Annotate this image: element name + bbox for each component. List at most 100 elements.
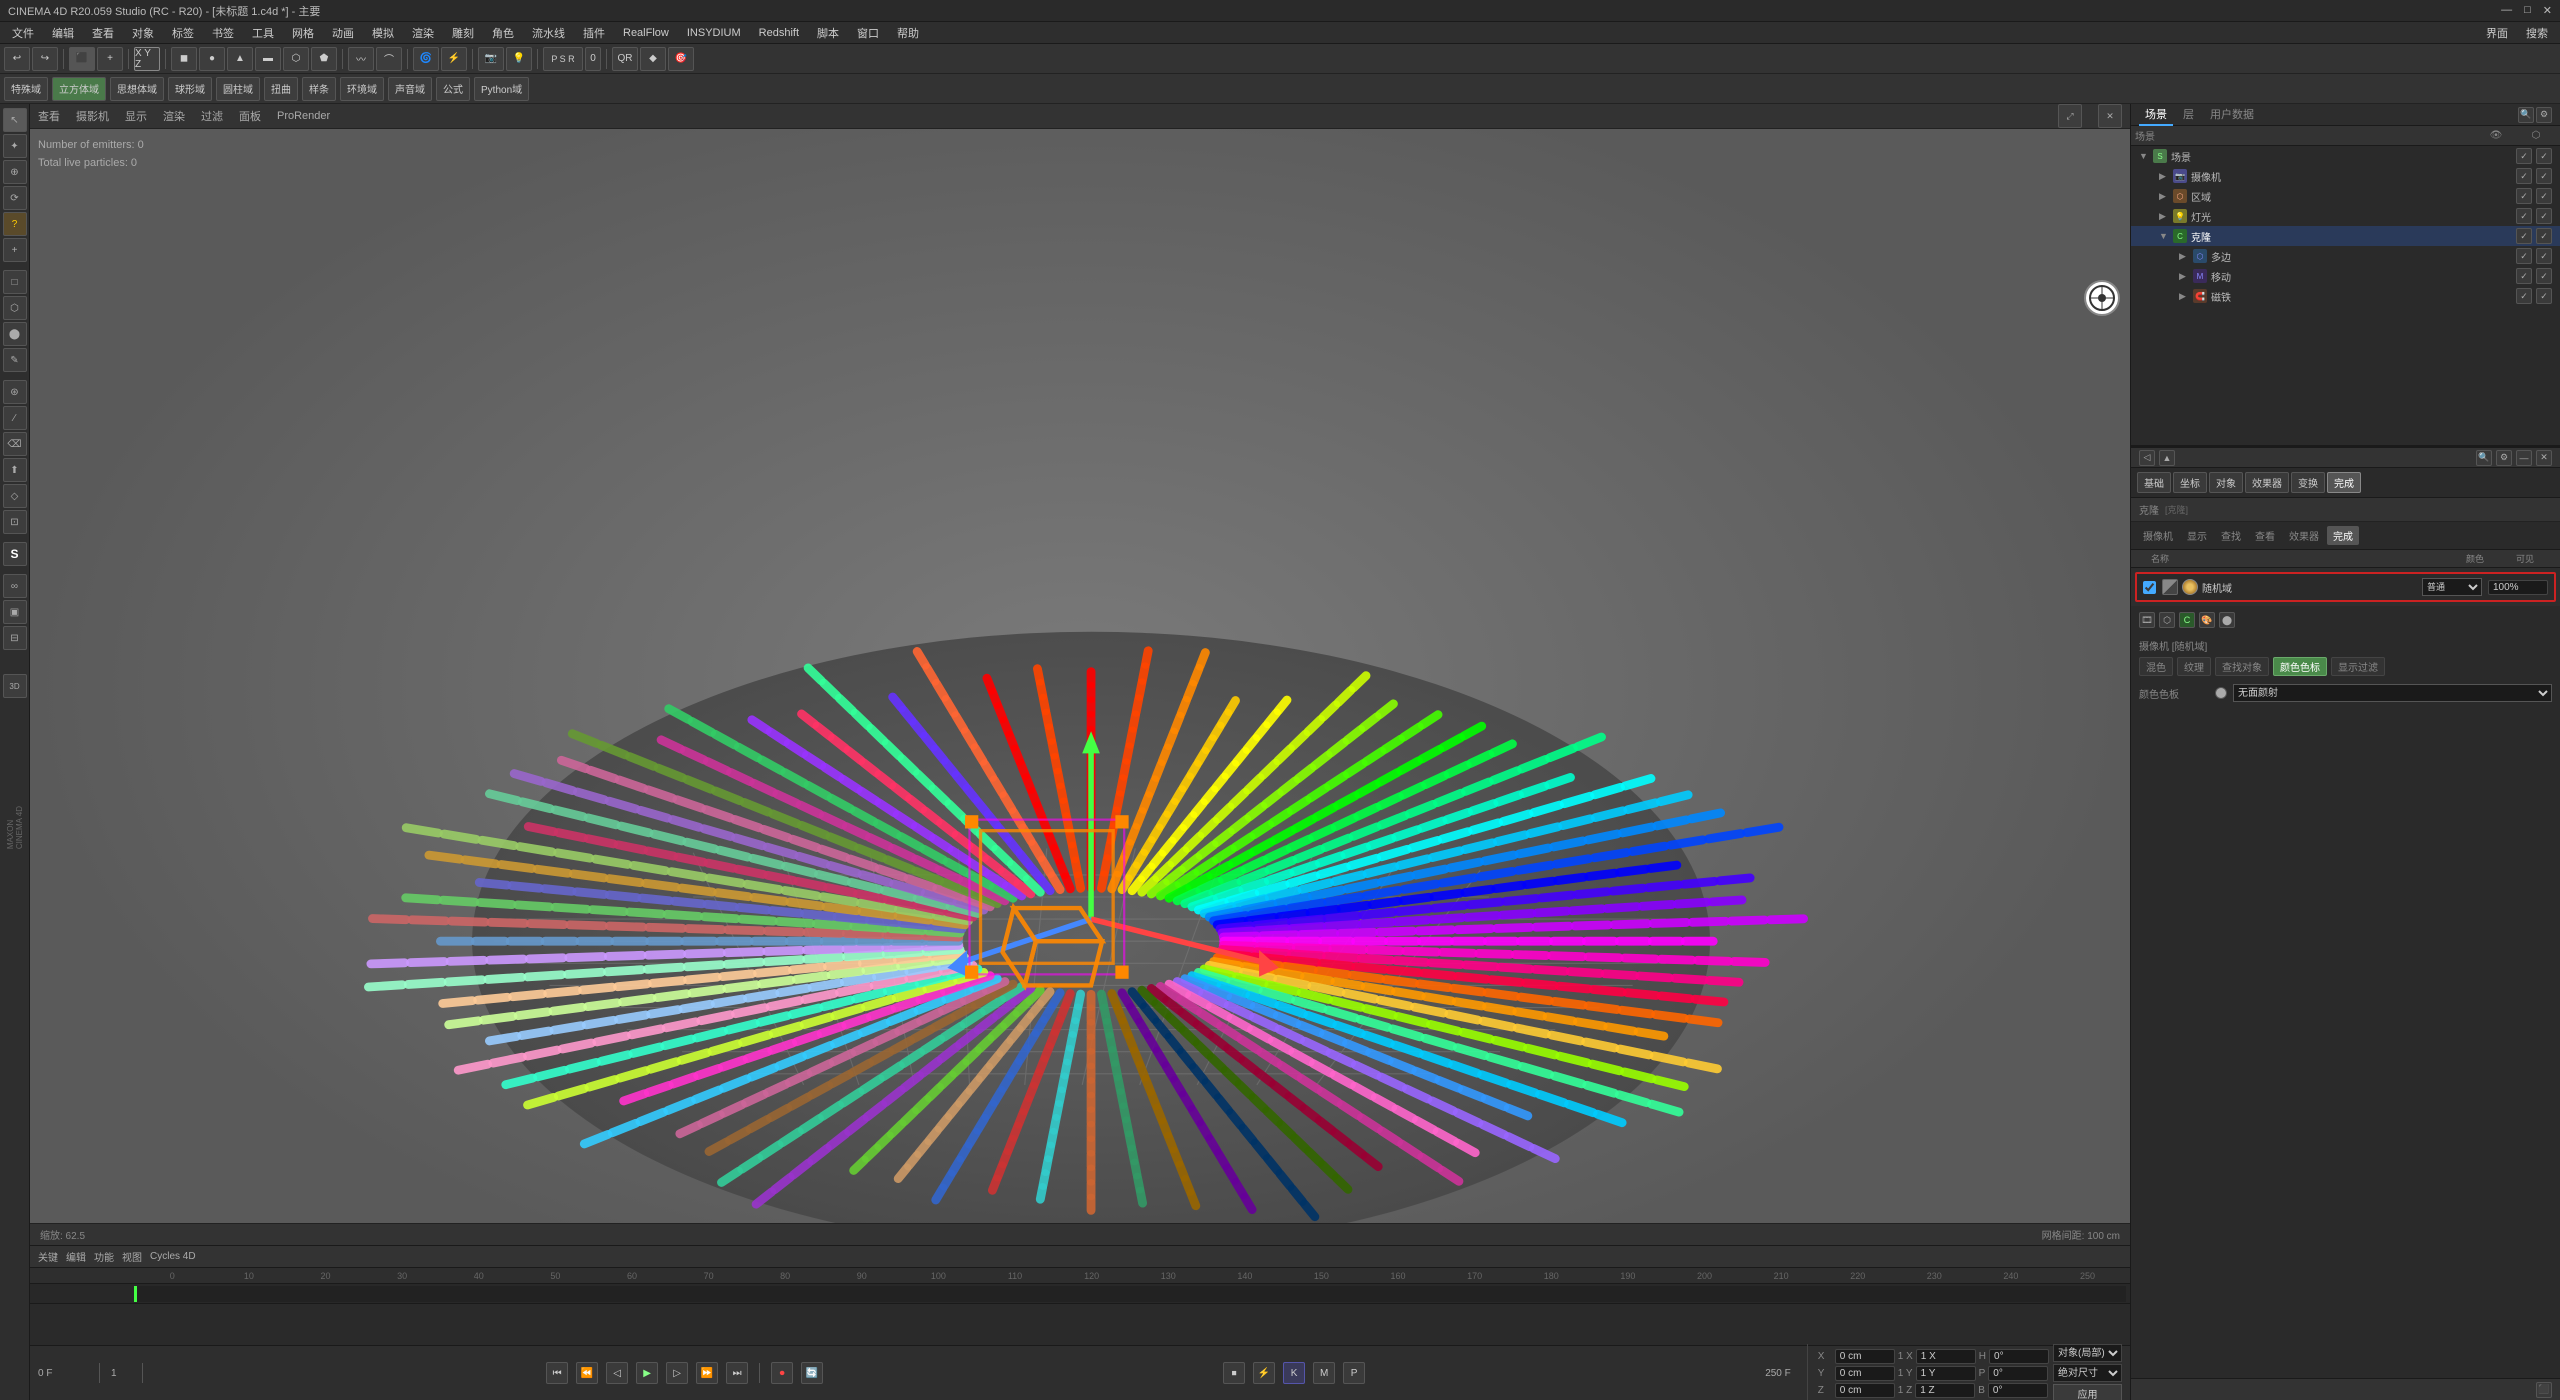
vp-maximize[interactable]: ⤢	[2058, 104, 2082, 128]
field-cylinder[interactable]: 圆柱域	[216, 77, 260, 101]
menu-window[interactable]: 窗口	[849, 23, 887, 43]
tool-poly[interactable]: ⬡	[3, 296, 27, 320]
tool-bevel[interactable]: ◇	[3, 484, 27, 508]
tool-scale[interactable]: ⊕	[3, 160, 27, 184]
cube-btn[interactable]: ◼	[171, 47, 197, 71]
minimize-btn[interactable]: —	[2501, 4, 2512, 17]
tree-item-light[interactable]: ▶ 💡 灯光 ✓ ✓	[2131, 206, 2560, 226]
menu-character[interactable]: 角色	[484, 23, 522, 43]
live-btn[interactable]: ⬛	[69, 47, 95, 71]
menu-help[interactable]: 帮助	[889, 23, 927, 43]
menu-redshift[interactable]: Redshift	[751, 25, 807, 41]
vis-toggle-magnet[interactable]: ✓	[2516, 288, 2532, 304]
panel-search-icon[interactable]: 🔍	[2518, 107, 2534, 123]
track-label-cycles[interactable]: Cycles 4D	[150, 1251, 196, 1262]
track-label-func[interactable]: 功能	[94, 1249, 114, 1264]
menu-script[interactable]: 脚本	[809, 23, 847, 43]
mode-coord[interactable]: 坐标	[2173, 472, 2207, 493]
mat-checkbox[interactable]	[2143, 581, 2156, 594]
tool-plus[interactable]: +	[3, 238, 27, 262]
zero-btn[interactable]: 0	[585, 47, 601, 71]
tool-paint[interactable]: ✎	[3, 348, 27, 372]
z-pos-input[interactable]: 0 cm	[1835, 1383, 1895, 1398]
tool-fill[interactable]: ▣	[3, 600, 27, 624]
render-toggle-area[interactable]: ✓	[2536, 188, 2552, 204]
tool-brush[interactable]: ⬤	[3, 322, 27, 346]
props-mode-icon[interactable]: ◁	[2139, 450, 2155, 466]
vis-toggle-move[interactable]: ✓	[2516, 268, 2532, 284]
b-rot-input[interactable]: 0°	[1988, 1383, 2048, 1398]
tool-knife[interactable]: ∕	[3, 406, 27, 430]
render-toggle-move[interactable]: ✓	[2536, 268, 2552, 284]
menu-plugins[interactable]: 插件	[575, 23, 613, 43]
props-triangle-up[interactable]: ▲	[2159, 450, 2175, 466]
cloner-tab-view[interactable]: 查看	[2249, 526, 2281, 545]
menu-sculpt[interactable]: 雕刻	[444, 23, 482, 43]
menu-render[interactable]: 渲染	[404, 23, 442, 43]
cloner-tab-complete[interactable]: 完成	[2327, 526, 2359, 545]
panel-footer-icon[interactable]: ⬛	[2536, 1382, 2552, 1398]
tree-item-scene[interactable]: ▼ S 场景 ✓ ✓	[2131, 146, 2560, 166]
tool-loop[interactable]: ⊡	[3, 510, 27, 534]
tree-item-magnet[interactable]: ▶ 🧲 磁铁 ✓ ✓	[2131, 286, 2560, 306]
menu-simulate[interactable]: 模拟	[364, 23, 402, 43]
cloner-tab-display[interactable]: 显示	[2181, 526, 2213, 545]
material-row[interactable]: 随机域 普通 100%	[2135, 572, 2556, 602]
field-cube[interactable]: 立方体域	[52, 77, 106, 101]
coord-btn[interactable]: X Y Z	[134, 47, 160, 71]
cloner-tab-camera[interactable]: 摄像机	[2137, 526, 2179, 545]
next-frame-btn[interactable]: ⏩	[696, 1362, 718, 1384]
mode-transform[interactable]: 变换	[2291, 472, 2325, 493]
mode-complete[interactable]: 完成	[2327, 472, 2361, 493]
psr-btn[interactable]: P S R	[543, 47, 583, 71]
position-key-btn[interactable]: P	[1343, 1362, 1365, 1384]
tab-layer[interactable]: 层	[2177, 104, 2200, 126]
vp-display[interactable]: 显示	[125, 108, 147, 124]
tree-item-poly[interactable]: ▶ ⬡ 多边 ✓ ✓	[2131, 246, 2560, 266]
menu-tools[interactable]: 工具	[244, 23, 282, 43]
render-toggle-magnet[interactable]: ✓	[2536, 288, 2552, 304]
vis-toggle-light[interactable]: ✓	[2516, 208, 2532, 224]
track-label-key[interactable]: 关键	[38, 1249, 58, 1264]
target-btn[interactable]: 🎯	[668, 47, 694, 71]
cam-tab-color[interactable]: 颜色色标	[2273, 657, 2327, 676]
tool-bridge[interactable]: ⌫	[3, 432, 27, 456]
vis-toggle-scene[interactable]: ✓	[2516, 148, 2532, 164]
menu-animate[interactable]: 动画	[324, 23, 362, 43]
stop-btn[interactable]: ⏹	[1223, 1362, 1245, 1384]
mode-basic[interactable]: 基础	[2137, 472, 2171, 493]
track-content[interactable]	[134, 1286, 2126, 1302]
play-forward-btn[interactable]: ▷	[666, 1362, 688, 1384]
prev-frame-btn[interactable]: ⏪	[576, 1362, 598, 1384]
menu-mesh[interactable]: 网格	[284, 23, 322, 43]
apply-btn[interactable]: 应用	[2053, 1384, 2122, 1400]
props-settings-icon[interactable]: ⚙	[2496, 450, 2512, 466]
h-rot-input[interactable]: 0°	[1989, 1349, 2049, 1364]
track-label-view[interactable]: 视图	[122, 1249, 142, 1264]
x-size-input[interactable]: 1 X	[1916, 1349, 1976, 1364]
menu-view[interactable]: 查看	[84, 23, 122, 43]
go-end-btn[interactable]: ⏭	[726, 1362, 748, 1384]
nurbs-btn[interactable]: ⌒	[376, 47, 402, 71]
key-btn[interactable]: K	[1283, 1362, 1305, 1384]
field-twist[interactable]: 扭曲	[264, 77, 298, 101]
field-sound[interactable]: 声音域	[388, 77, 432, 101]
tool-iron[interactable]: ⊟	[3, 626, 27, 650]
snap-btn[interactable]: ⚡	[1253, 1362, 1275, 1384]
x-pos-input[interactable]: 0 cm	[1835, 1349, 1895, 1364]
tool-extrude[interactable]: ⬆	[3, 458, 27, 482]
field-env[interactable]: 环境域	[340, 77, 384, 101]
menu-file[interactable]: 文件	[4, 23, 42, 43]
sphere-btn[interactable]: ●	[199, 47, 225, 71]
size-mode-select[interactable]: 绝对尺寸	[2053, 1364, 2122, 1382]
render-toggle-light[interactable]: ✓	[2536, 208, 2552, 224]
field-formula[interactable]: 公式	[436, 77, 470, 101]
render-toggle-poly[interactable]: ✓	[2536, 248, 2552, 264]
coord-system-select[interactable]: 对象(局部)	[2053, 1344, 2122, 1362]
diamond-btn[interactable]: ◆	[640, 47, 666, 71]
tool-magnet[interactable]: ⊛	[3, 380, 27, 404]
play-btn[interactable]: ▶	[636, 1362, 658, 1384]
mat-blend-select[interactable]: 普通	[2422, 578, 2482, 596]
vp-prorender[interactable]: ProRender	[277, 110, 330, 122]
y-size-input[interactable]: 1 Y	[1916, 1366, 1976, 1381]
